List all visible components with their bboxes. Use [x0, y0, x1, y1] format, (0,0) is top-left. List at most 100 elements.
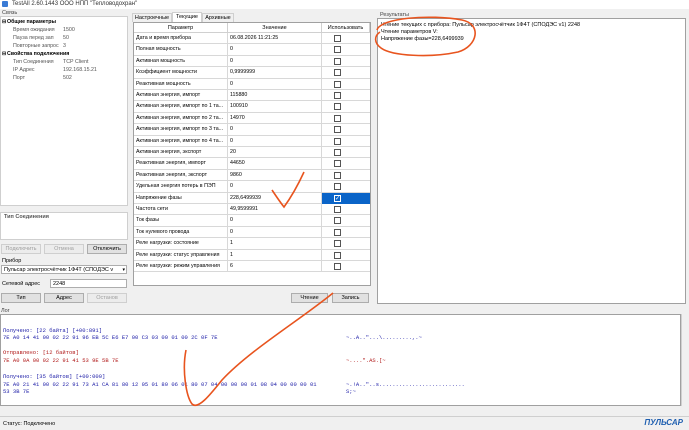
log-scrollbar[interactable]	[681, 314, 689, 406]
cancel-button[interactable]: Отмена	[44, 244, 84, 254]
param-name-cell[interactable]: Частота сети	[134, 204, 228, 215]
connection-property-grid[interactable]: ⊟ Общие параметры Время ожидания 1500 Пау…	[0, 16, 128, 206]
parameters-table[interactable]: Параметр Значение Использовать Дата и вр…	[133, 22, 371, 286]
table-row[interactable]: Удельная энергия потерь в ПЭП 0	[134, 181, 370, 193]
param-name-cell[interactable]: Активная энергия, импорт по 2 та...	[134, 112, 228, 124]
param-name-cell[interactable]: Реле нагрузки: состояние	[134, 238, 228, 250]
collapse-icon[interactable]: ⊟	[2, 19, 6, 26]
param-name-cell[interactable]: Реле нагрузки: режим управления	[134, 261, 228, 272]
param-value-cell[interactable]: 1	[228, 238, 322, 250]
use-checkbox[interactable]	[334, 206, 341, 213]
pg-row[interactable]: Время ожидания 1500	[1, 27, 127, 34]
pg-category-general[interactable]: ⊟ Общие параметры	[1, 19, 127, 26]
table-row[interactable]: Ток фазы 0	[134, 215, 370, 227]
column-header-value[interactable]: Значение	[228, 23, 322, 33]
use-checkbox[interactable]	[334, 240, 341, 248]
table-row[interactable]: Напряжение фазы 228,6499939 ✓	[134, 192, 370, 204]
table-row[interactable]: Полная мощность 0	[134, 44, 370, 56]
table-row[interactable]: Активная энергия, импорт по 3 та... 0	[134, 124, 370, 136]
table-row[interactable]: Активная энергия, импорт по 4 та... 0	[134, 135, 370, 147]
param-name-cell[interactable]: Реактивная мощность	[134, 78, 228, 90]
use-cell[interactable]	[322, 56, 370, 67]
use-checkbox[interactable]	[334, 92, 341, 99]
use-cell[interactable]	[322, 238, 370, 249]
use-checkbox[interactable]	[334, 137, 341, 145]
table-row[interactable]: Реле нагрузки: режим управления 6	[134, 261, 370, 273]
param-value-cell[interactable]: 1	[228, 249, 322, 261]
use-cell[interactable]	[322, 261, 370, 272]
use-checkbox[interactable]	[334, 149, 341, 156]
param-value-cell[interactable]: 0	[228, 215, 322, 227]
param-name-cell[interactable]: Активная энергия, экспорт	[134, 147, 228, 158]
use-cell[interactable]	[322, 158, 370, 169]
chevron-down-icon[interactable]: ▾	[122, 266, 125, 273]
use-checkbox[interactable]	[334, 46, 341, 54]
use-checkbox[interactable]	[334, 114, 341, 122]
pg-row[interactable]: Тип Соединения TCP Client	[1, 59, 127, 66]
use-cell[interactable]	[322, 170, 370, 181]
param-name-cell[interactable]: Ток фазы	[134, 215, 228, 227]
table-row[interactable]: Активная энергия, импорт 115880	[134, 90, 370, 102]
use-cell[interactable]	[322, 113, 370, 124]
table-row[interactable]: Реле нагрузки: состояние 1	[134, 238, 370, 250]
network-address-input[interactable]: 2248	[50, 279, 127, 288]
use-checkbox[interactable]	[334, 171, 341, 179]
param-value-cell[interactable]: 06.08.2026 11:21:25	[228, 33, 322, 44]
param-name-cell[interactable]: Ток нулевого провода	[134, 226, 228, 238]
use-cell[interactable]	[322, 204, 370, 215]
use-checkbox[interactable]	[334, 103, 341, 111]
pg-row[interactable]: Повторные запрос 3	[1, 43, 127, 50]
pg-category-connection[interactable]: ⊟ Свойства подключения	[1, 51, 127, 58]
table-row[interactable]: Реле нагрузки: статус управления 1	[134, 249, 370, 261]
use-cell[interactable]	[322, 101, 370, 112]
table-row[interactable]: Коэффициент мощности 0,9999999	[134, 67, 370, 79]
write-button[interactable]: Запись	[332, 293, 369, 303]
use-cell[interactable]	[322, 181, 370, 192]
table-row[interactable]: Дата и время прибора 06.08.2026 11:21:25	[134, 33, 370, 45]
use-checkbox[interactable]	[334, 69, 341, 77]
param-name-cell[interactable]: Активная мощность	[134, 55, 228, 67]
use-checkbox[interactable]	[334, 251, 341, 259]
column-header-parameter[interactable]: Параметр	[134, 23, 228, 33]
use-checkbox[interactable]	[334, 183, 341, 191]
use-checkbox[interactable]: ✓	[334, 194, 341, 202]
pg-row[interactable]: IP Адрес 192.168.15.21	[1, 67, 127, 74]
use-checkbox[interactable]	[334, 35, 341, 42]
param-name-cell[interactable]: Активная энергия, импорт по 4 та...	[134, 135, 228, 147]
param-name-cell[interactable]: Дата и время прибора	[134, 33, 228, 44]
param-name-cell[interactable]: Активная энергия, импорт по 1 та...	[134, 101, 228, 113]
use-cell[interactable]	[322, 215, 370, 226]
use-cell[interactable]	[322, 44, 370, 55]
collapse-icon[interactable]: ⊟	[2, 51, 6, 58]
param-name-cell[interactable]: Реактивная энергия, экспорт	[134, 169, 228, 181]
param-value-cell[interactable]: 14970	[228, 112, 322, 124]
use-cell[interactable]	[322, 147, 370, 158]
param-value-cell[interactable]: 100910	[228, 101, 322, 113]
param-value-cell[interactable]: 6	[228, 261, 322, 272]
param-value-cell[interactable]: 49,9599991	[228, 204, 322, 215]
param-value-cell[interactable]: 0	[228, 135, 322, 147]
tab-settings[interactable]: Настроечные	[132, 13, 172, 22]
use-cell[interactable]	[322, 90, 370, 101]
use-cell[interactable]	[322, 33, 370, 44]
type-button[interactable]: Тип	[1, 293, 41, 303]
use-cell[interactable]	[322, 124, 370, 135]
param-name-cell[interactable]: Удельная энергия потерь в ПЭП	[134, 181, 228, 193]
param-value-cell[interactable]: 228,6499939	[228, 192, 322, 204]
table-row[interactable]: Реактивная энергия, экспорт 9860	[134, 169, 370, 182]
param-value-cell[interactable]: 0	[228, 226, 322, 238]
tab-archive[interactable]: Архивные	[202, 13, 234, 22]
use-cell[interactable]	[322, 227, 370, 238]
table-row[interactable]: Активная мощность 0	[134, 55, 370, 68]
use-checkbox[interactable]	[334, 57, 341, 65]
use-checkbox[interactable]	[334, 217, 341, 225]
param-name-cell[interactable]: Активная энергия, импорт	[134, 90, 228, 101]
param-value-cell[interactable]: 44650	[228, 158, 322, 170]
address-button[interactable]: Адрес	[44, 293, 84, 303]
param-name-cell[interactable]: Реле нагрузки: статус управления	[134, 249, 228, 261]
stop-button[interactable]: Останов	[87, 293, 127, 303]
param-value-cell[interactable]: 0	[228, 78, 322, 90]
param-name-cell[interactable]: Напряжение фазы	[134, 192, 228, 204]
use-cell[interactable]	[322, 136, 370, 147]
table-row[interactable]: Ток нулевого провода 0	[134, 226, 370, 239]
